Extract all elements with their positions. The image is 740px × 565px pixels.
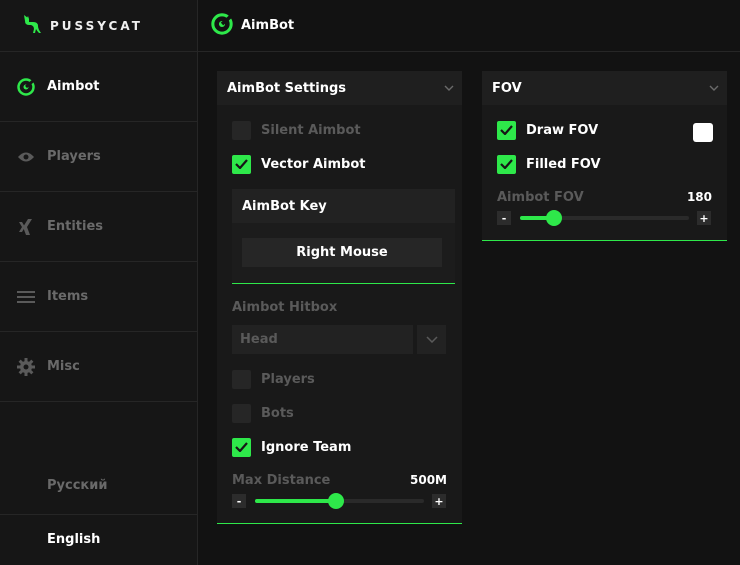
panel-title: AimBot Settings bbox=[227, 80, 347, 96]
gear-icon bbox=[17, 357, 35, 376]
checkbox[interactable] bbox=[497, 154, 516, 174]
checkbox[interactable] bbox=[232, 154, 251, 174]
vector-aimbot-toggle[interactable]: Vector Aimbot bbox=[232, 154, 365, 174]
brand-name: PUSSYCAT bbox=[50, 18, 143, 33]
fov-panel: FOV Draw FOV Filled FOV Aimbot FOV 180 -… bbox=[482, 71, 727, 241]
hitbox-dropdown-button[interactable] bbox=[417, 325, 446, 354]
chevron-down-icon bbox=[425, 336, 438, 343]
sidebar-item-misc[interactable]: Misc bbox=[0, 332, 197, 402]
checkbox-label: Bots bbox=[261, 405, 294, 421]
chevron-down-icon bbox=[444, 83, 454, 93]
aimbot-key-button[interactable]: Right Mouse bbox=[242, 238, 442, 267]
menu-icon bbox=[17, 288, 35, 306]
language-english[interactable]: English bbox=[0, 514, 198, 564]
aimbot-settings-panel: AimBot Settings Silent Aimbot Vector Aim… bbox=[217, 71, 462, 524]
check-icon bbox=[500, 125, 513, 135]
check-icon bbox=[235, 442, 248, 452]
top-bar: AimBot bbox=[198, 0, 740, 52]
sidebar-item-label: Entities bbox=[47, 219, 104, 234]
sidebar-item-items[interactable]: Items bbox=[0, 262, 197, 332]
checkbox-label: Draw FOV bbox=[526, 122, 599, 138]
checkbox-label: Players bbox=[261, 371, 315, 387]
checkbox[interactable] bbox=[232, 120, 251, 140]
check-icon bbox=[500, 159, 513, 169]
sidebar-item-label: Players bbox=[47, 149, 101, 164]
draw-fov-toggle[interactable]: Draw FOV bbox=[497, 120, 598, 140]
panel-title: FOV bbox=[492, 80, 522, 96]
eye-icon bbox=[17, 148, 35, 166]
sidebar: PUSSYCAT Aimbot Players Entities Items M… bbox=[0, 0, 198, 565]
sidebar-item-label: Misc bbox=[47, 359, 80, 374]
ignore-team-toggle[interactable]: Ignore Team bbox=[232, 437, 351, 457]
aimbot-key-box: AimBot Key Right Mouse bbox=[232, 189, 455, 284]
checkbox-label: Vector Aimbot bbox=[261, 156, 366, 172]
aimbot-fov-plus-button[interactable]: + bbox=[697, 211, 711, 225]
page-title: AimBot bbox=[241, 18, 295, 33]
silent-aimbot-toggle[interactable]: Silent Aimbot bbox=[232, 120, 361, 140]
max-distance-value: 500M bbox=[410, 473, 447, 487]
players-toggle[interactable]: Players bbox=[232, 369, 315, 389]
slider-knob[interactable] bbox=[545, 210, 562, 226]
aimbot-fov-value: 180 bbox=[686, 190, 712, 204]
checkbox[interactable] bbox=[232, 437, 251, 457]
aimbot-hitbox-select[interactable]: Head bbox=[232, 325, 413, 354]
aimbot-fov-slider[interactable] bbox=[520, 210, 689, 226]
max-distance-label: Max Distance bbox=[232, 473, 331, 488]
sidebar-item-aimbot[interactable]: Aimbot bbox=[0, 52, 197, 122]
aimbot-hitbox-label: Aimbot Hitbox bbox=[232, 300, 338, 315]
fov-header[interactable]: FOV bbox=[482, 71, 727, 105]
sidebar-item-entities[interactable]: Entities bbox=[0, 192, 197, 262]
checkbox-label: Silent Aimbot bbox=[261, 122, 361, 138]
language-russian[interactable]: Русский bbox=[0, 460, 198, 510]
bots-toggle[interactable]: Bots bbox=[232, 403, 294, 423]
aimbot-key-title: AimBot Key bbox=[232, 189, 455, 223]
checkbox-label: Ignore Team bbox=[261, 439, 352, 455]
chevron-down-icon bbox=[709, 83, 719, 93]
aimbot-fov-label: Aimbot FOV bbox=[497, 190, 584, 205]
brand: PUSSYCAT bbox=[0, 0, 197, 52]
sidebar-item-label: Aimbot bbox=[47, 79, 100, 94]
fov-color-swatch[interactable] bbox=[693, 123, 713, 142]
aimbot-fov-minus-button[interactable]: - bbox=[497, 211, 511, 225]
max-distance-plus-button[interactable]: + bbox=[432, 494, 446, 508]
slider-fill bbox=[255, 499, 337, 503]
xing-icon bbox=[17, 218, 35, 236]
checkbox[interactable] bbox=[232, 403, 251, 423]
cat-logo-icon bbox=[22, 14, 42, 38]
slider-knob[interactable] bbox=[328, 493, 345, 509]
checkbox[interactable] bbox=[232, 369, 251, 389]
max-distance-minus-button[interactable]: - bbox=[232, 494, 246, 508]
sidebar-item-players[interactable]: Players bbox=[0, 122, 197, 192]
max-distance-slider[interactable] bbox=[255, 493, 424, 509]
checkbox[interactable] bbox=[497, 120, 516, 140]
radar-icon bbox=[17, 77, 35, 96]
sidebar-item-label: Items bbox=[47, 289, 89, 304]
checkbox-label: Filled FOV bbox=[526, 156, 601, 172]
filled-fov-toggle[interactable]: Filled FOV bbox=[497, 154, 601, 174]
radar-icon bbox=[211, 12, 233, 39]
aimbot-settings-header[interactable]: AimBot Settings bbox=[217, 71, 462, 105]
check-icon bbox=[235, 159, 248, 169]
